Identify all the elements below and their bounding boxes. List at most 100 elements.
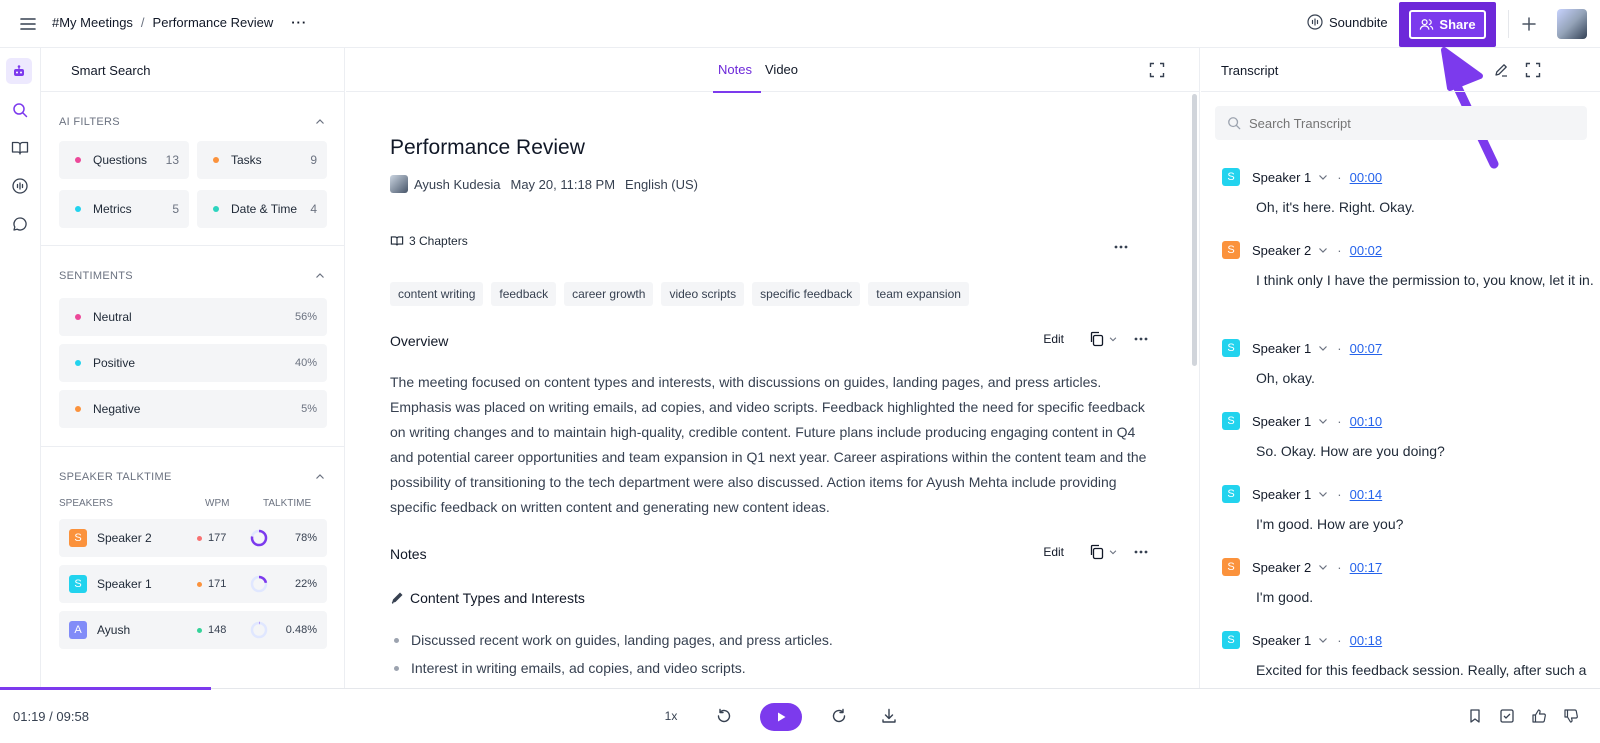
speaker-badge: S xyxy=(1222,485,1240,503)
more-options-icon[interactable]: ··· xyxy=(291,15,307,30)
filter-metrics[interactable]: Metrics 5 xyxy=(59,190,189,228)
speaker-row[interactable]: S Speaker 1 171 22% xyxy=(59,565,327,603)
transcript-entry: S Speaker 1 · 00:10 So. Okay. How are you d… xyxy=(1222,412,1600,464)
chevron-down-icon[interactable] xyxy=(1317,244,1329,256)
timestamp-link[interactable]: 00:07 xyxy=(1350,341,1383,356)
timestamp-link[interactable]: 00:00 xyxy=(1350,170,1383,185)
wpm-value: 177 xyxy=(208,532,227,544)
chevron-down-icon[interactable] xyxy=(1317,171,1329,183)
bookmark-icon[interactable] xyxy=(1464,705,1486,727)
fullscreen-icon[interactable] xyxy=(1149,62,1165,78)
active-tab-indicator xyxy=(713,91,761,93)
sentiment-negative[interactable]: Negative 5% xyxy=(59,390,327,428)
speaker-name[interactable]: Speaker 1 xyxy=(1252,170,1311,185)
transcript-entry-header: S Speaker 1 · 00:14 xyxy=(1222,485,1600,503)
topic-tag[interactable]: content writing xyxy=(390,282,484,306)
checklist-icon[interactable] xyxy=(1496,705,1518,727)
playback-time: 01:19 / 09:58 xyxy=(13,709,89,724)
chevron-down-icon[interactable] xyxy=(1317,561,1329,573)
filter-label: Questions xyxy=(93,153,148,167)
soundbite-rail-icon[interactable] xyxy=(8,174,32,198)
speaker-name[interactable]: Speaker 1 xyxy=(1252,487,1311,502)
speaker-name[interactable]: Speaker 1 xyxy=(1252,341,1311,356)
speaker-name[interactable]: Speaker 2 xyxy=(1252,243,1311,258)
topic-tag[interactable]: career growth xyxy=(564,282,654,306)
sentiment-positive[interactable]: Positive 40% xyxy=(59,344,327,382)
chevron-up-icon[interactable] xyxy=(314,270,326,282)
scrollbar[interactable] xyxy=(1192,94,1197,366)
topic-tag[interactable]: video scripts xyxy=(661,282,745,306)
copy-button[interactable] xyxy=(1088,330,1118,348)
tab-video[interactable]: Video xyxy=(765,62,798,77)
fullscreen-icon[interactable] xyxy=(1525,62,1541,78)
chevron-up-icon[interactable] xyxy=(314,116,326,128)
chevron-up-icon[interactable] xyxy=(314,471,326,483)
forward-icon[interactable] xyxy=(828,705,850,727)
thumbs-up-icon[interactable] xyxy=(1528,705,1550,727)
ai-filters-title: AI FILTERS xyxy=(59,116,120,128)
book-icon[interactable] xyxy=(8,136,32,160)
speaker-row[interactable]: A Ayush 148 0.48% xyxy=(59,611,327,649)
search-icon[interactable] xyxy=(8,98,32,122)
author-avatar xyxy=(390,175,408,193)
tab-notes[interactable]: Notes xyxy=(718,62,752,77)
user-avatar[interactable] xyxy=(1557,9,1587,39)
chevron-down-icon[interactable] xyxy=(1317,634,1329,646)
speed-button[interactable]: 1x xyxy=(660,705,682,727)
edit-button[interactable]: Edit xyxy=(1033,328,1074,350)
transcript-title: Transcript xyxy=(1221,63,1279,78)
download-icon[interactable] xyxy=(878,705,900,727)
transcript-search-input[interactable] xyxy=(1249,115,1549,131)
menu-icon[interactable] xyxy=(18,14,38,34)
sentiment-pct: 5% xyxy=(301,403,317,415)
filter-count: 9 xyxy=(310,153,317,167)
more-horizontal-icon[interactable] xyxy=(1132,330,1150,348)
filter-tasks[interactable]: Tasks 9 xyxy=(197,141,327,179)
chat-icon[interactable] xyxy=(8,212,32,236)
timestamp-link[interactable]: 00:02 xyxy=(1350,243,1383,258)
play-button[interactable] xyxy=(760,703,802,731)
share-button[interactable]: Share xyxy=(1409,10,1486,39)
more-horizontal-icon[interactable] xyxy=(1112,238,1130,256)
timestamp-link[interactable]: 00:14 xyxy=(1350,487,1383,502)
timestamp-link[interactable]: 00:17 xyxy=(1350,560,1383,575)
users-icon xyxy=(1420,19,1434,30)
topic-tag[interactable]: feedback xyxy=(491,282,557,306)
topic-tag[interactable]: specific feedback xyxy=(752,282,861,306)
sentiment-pct: 56% xyxy=(294,311,317,323)
current-time: 01:19 xyxy=(13,709,46,724)
utterance-text: So. Okay. How are you doing? xyxy=(1256,443,1445,459)
wpm-value: 148 xyxy=(208,624,227,636)
speaker-name[interactable]: Speaker 1 xyxy=(1252,633,1311,648)
chevron-down-icon[interactable] xyxy=(1317,488,1329,500)
filter-questions[interactable]: Questions 13 xyxy=(59,141,189,179)
more-horizontal-icon[interactable] xyxy=(1132,543,1150,561)
timestamp-link[interactable]: 00:18 xyxy=(1350,633,1383,648)
chevron-down-icon[interactable] xyxy=(1317,342,1329,354)
transcript-search[interactable] xyxy=(1215,106,1587,140)
speaker-name[interactable]: Speaker 2 xyxy=(1252,560,1311,575)
speaker-name: Speaker 2 xyxy=(97,531,152,545)
filter-count: 5 xyxy=(172,202,179,216)
sentiment-neutral[interactable]: Neutral 56% xyxy=(59,298,327,336)
breadcrumb-my-meetings[interactable]: #My Meetings xyxy=(52,15,133,30)
filter-date-time[interactable]: Date & Time 4 xyxy=(197,190,327,228)
add-icon[interactable] xyxy=(1517,12,1541,36)
filter-label: Tasks xyxy=(231,153,262,167)
thumbs-down-icon[interactable] xyxy=(1560,705,1582,727)
chapters-button[interactable]: 3 Chapters xyxy=(390,234,468,248)
speaker-name[interactable]: Speaker 1 xyxy=(1252,414,1311,429)
topic-tag[interactable]: team expansion xyxy=(868,282,969,306)
author-name: Ayush Kudesia xyxy=(414,176,501,192)
rewind-icon[interactable] xyxy=(713,705,735,727)
bot-icon[interactable] xyxy=(6,58,32,84)
timestamp-link[interactable]: 00:10 xyxy=(1350,414,1383,429)
speaker-row[interactable]: S Speaker 2 177 78% xyxy=(59,519,327,557)
talktime-ring-icon xyxy=(250,621,268,639)
soundbite-button[interactable]: Soundbite xyxy=(1307,14,1388,30)
chevron-down-icon[interactable] xyxy=(1317,415,1329,427)
copy-button[interactable] xyxy=(1088,543,1118,561)
edit-button[interactable]: Edit xyxy=(1033,541,1074,563)
edit-icon[interactable] xyxy=(1493,62,1509,78)
playback-progress[interactable] xyxy=(0,687,212,690)
